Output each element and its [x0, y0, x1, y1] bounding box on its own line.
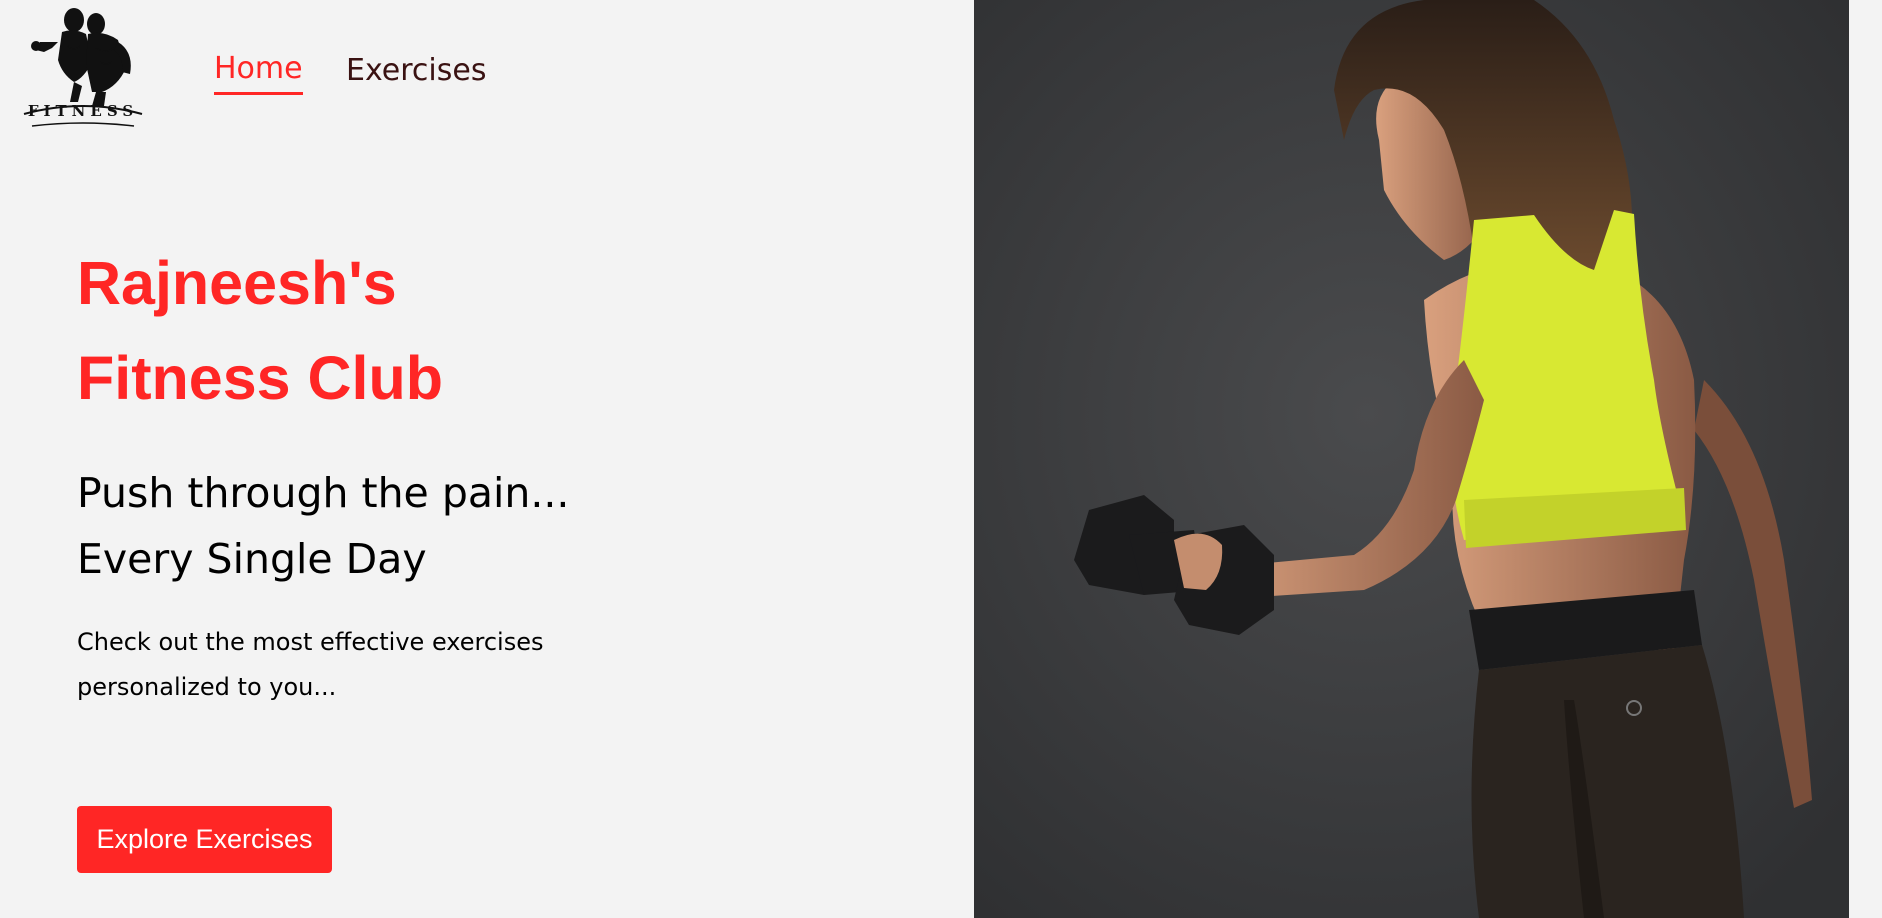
- nav-exercises-link[interactable]: Exercises: [346, 50, 486, 92]
- hero-banner-image: [974, 0, 1849, 918]
- hero-description-line-2: personalized to you...: [77, 673, 337, 701]
- hero-subtitle: Push through the pain... Every Single Da…: [77, 460, 697, 592]
- hero-title-line-1: Rajneesh's: [77, 249, 397, 317]
- woman-lifting-dumbbell-icon: [974, 0, 1849, 918]
- logo-text: FITNESS: [27, 102, 139, 120]
- explore-exercises-button[interactable]: Explore Exercises: [77, 806, 332, 873]
- page: FITNESS Home Exercises Rajneesh's Fitnes…: [0, 0, 1882, 918]
- hero-title: Rajneesh's Fitness Club: [77, 236, 637, 426]
- hero-title-line-2: Fitness Club: [77, 344, 444, 412]
- nav-home-link[interactable]: Home: [214, 50, 303, 95]
- hero-subtitle-line-1: Push through the pain...: [77, 469, 570, 517]
- hero-description-line-1: Check out the most effective exercises: [77, 628, 544, 656]
- hero-description: Check out the most effective exercises p…: [77, 620, 637, 710]
- logo[interactable]: FITNESS: [22, 2, 144, 128]
- hero-subtitle-line-2: Every Single Day: [77, 535, 427, 583]
